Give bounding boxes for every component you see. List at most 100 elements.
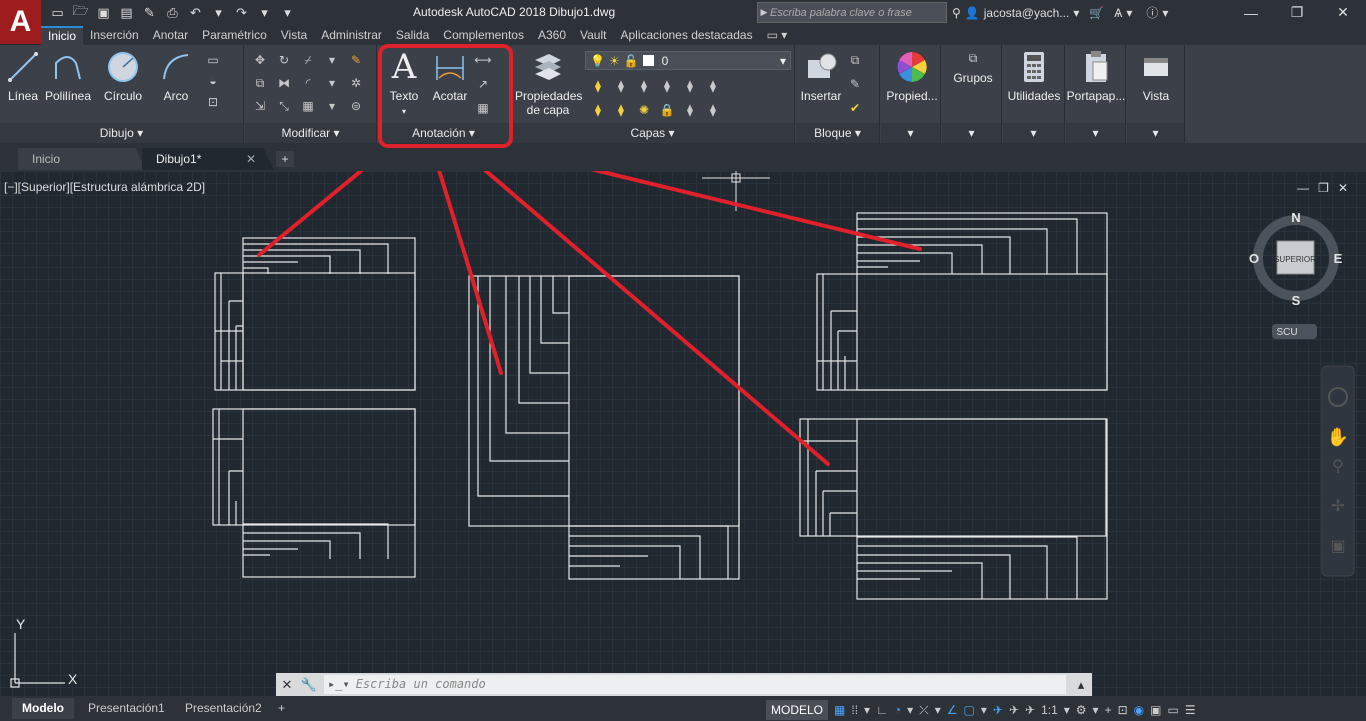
layer-tool-11-icon[interactable]: ⧫ bbox=[681, 101, 699, 119]
print-icon[interactable]: ⎙ bbox=[161, 3, 184, 23]
exchange-icon[interactable]: Ѧ bbox=[1114, 6, 1122, 20]
layer-tool-1-icon[interactable]: ⧫ bbox=[589, 77, 607, 95]
table-icon[interactable]: ▦ bbox=[474, 99, 492, 117]
hardware-accel-icon[interactable]: ◉ bbox=[1134, 703, 1144, 717]
copy-icon[interactable]: ⧉ bbox=[251, 74, 269, 92]
model-space-button[interactable]: MODELO bbox=[766, 700, 829, 720]
search-expand-icon[interactable]: ▶ bbox=[758, 7, 770, 18]
explode-icon[interactable]: ✲ bbox=[347, 74, 365, 92]
block-attributes-icon[interactable]: ✔ bbox=[846, 99, 864, 117]
pan-icon[interactable]: ✋ bbox=[1327, 426, 1349, 447]
snap-icon[interactable]: ⁞⁞ bbox=[851, 703, 858, 717]
insert-button[interactable]: Insertar bbox=[798, 49, 844, 103]
tab-anotar[interactable]: Anotar bbox=[146, 26, 195, 45]
redo-icon[interactable]: ↷ bbox=[230, 3, 253, 23]
tab-inicio[interactable]: Inicio bbox=[41, 26, 84, 45]
layer-dropdown-icon[interactable]: ▾ bbox=[780, 54, 790, 68]
leader-icon[interactable]: ↗ bbox=[474, 75, 492, 93]
isodraft-dropdown-icon[interactable]: ▾ bbox=[935, 703, 941, 717]
panel-portapapeles-expand[interactable]: ▾ bbox=[1066, 123, 1125, 143]
tab-salida[interactable]: Salida bbox=[389, 26, 436, 45]
add-icon[interactable]: + bbox=[1105, 703, 1112, 717]
command-history-icon[interactable]: ▴ bbox=[1070, 673, 1092, 696]
utilities-button[interactable]: Utilidades bbox=[1005, 49, 1063, 103]
panel-capas-title[interactable]: Capas ▾ bbox=[511, 123, 794, 143]
polyline-button[interactable]: Polilínea bbox=[44, 49, 92, 103]
close-icon[interactable]: ✕ bbox=[1320, 0, 1366, 25]
zoom-icon[interactable]: ⚲ bbox=[1332, 458, 1344, 475]
layer-tool-2-icon[interactable]: ⧫ bbox=[612, 77, 630, 95]
layer-tool-5-icon[interactable]: ⧫ bbox=[681, 77, 699, 95]
isodraft-icon[interactable]: ⤫ bbox=[919, 703, 929, 718]
new-icon[interactable]: ▭ bbox=[46, 3, 69, 23]
binoculars-icon[interactable]: ⚲ bbox=[952, 6, 961, 20]
layer-tool-8-icon[interactable]: ⧫ bbox=[612, 101, 630, 119]
rotate-icon[interactable]: ↻ bbox=[275, 51, 293, 69]
tab-insercion[interactable]: Inserción bbox=[83, 26, 146, 45]
text-button[interactable]: A Texto ▾ bbox=[384, 47, 424, 119]
tab-vault[interactable]: Vault bbox=[573, 26, 613, 45]
isolate-icon[interactable]: ⊡ bbox=[1118, 703, 1128, 717]
create-block-icon[interactable]: ⧉ bbox=[846, 51, 864, 69]
arc-button[interactable]: Arco bbox=[156, 49, 196, 103]
layer-dropdown[interactable]: 💡 ☀ 🔓 0 ▾ bbox=[585, 51, 791, 70]
user-icon[interactable]: 👤 bbox=[965, 6, 980, 20]
user-name[interactable]: jacosta@yach... bbox=[984, 6, 1070, 20]
lineweight-icon[interactable]: ▭ bbox=[1167, 703, 1178, 717]
edit-block-icon[interactable]: ✎ bbox=[846, 75, 864, 93]
stretch-icon[interactable]: ⇲ bbox=[251, 97, 269, 115]
showmotion-icon[interactable]: ▣ bbox=[1330, 538, 1345, 555]
fillet-icon[interactable]: ◜ bbox=[299, 74, 317, 92]
tab-complementos[interactable]: Complementos bbox=[436, 26, 531, 45]
layer-tool-10-icon[interactable]: 🔒 bbox=[658, 101, 676, 119]
workspace-dropdown-icon[interactable]: ▾ bbox=[1093, 703, 1099, 717]
file-tab-start[interactable]: Inicio bbox=[18, 148, 146, 170]
customization-icon[interactable]: ☰ bbox=[1185, 703, 1196, 717]
drawing-canvas[interactable]: [−][Superior][Estructura alámbrica 2D] —… bbox=[0, 171, 1366, 696]
layer-properties-button[interactable]: Propiedades de capa bbox=[515, 49, 582, 117]
ucs-dropdown[interactable]: SCU bbox=[1276, 327, 1297, 338]
move-icon[interactable]: ✥ bbox=[251, 51, 269, 69]
clipboard-button[interactable]: Portapap... bbox=[1066, 49, 1126, 103]
undo-dropdown-icon[interactable]: ▾ bbox=[207, 3, 230, 23]
panel-grupos-expand[interactable]: ▾ bbox=[942, 123, 1001, 143]
polar-dropdown-icon[interactable]: ▾ bbox=[907, 703, 913, 717]
app-logo[interactable]: A bbox=[0, 0, 41, 44]
scale-dropdown-icon[interactable]: ▾ bbox=[1064, 703, 1070, 717]
layer-tool-7-icon[interactable]: ⧫ bbox=[589, 101, 607, 119]
layer-tool-12-icon[interactable]: ⧫ bbox=[704, 101, 722, 119]
save-icon[interactable]: ▤ bbox=[115, 3, 138, 23]
offset-icon[interactable]: ⊜ bbox=[347, 97, 365, 115]
dimension-button[interactable]: Acotar bbox=[428, 49, 472, 103]
boundary-icon[interactable]: ⊡ bbox=[204, 93, 222, 111]
line-button[interactable]: Línea bbox=[4, 49, 42, 103]
file-tab-dibujo1[interactable]: Dibujo1* ✕ bbox=[142, 148, 274, 170]
command-input[interactable]: ▸_▾ Escriba un comando bbox=[324, 675, 1066, 694]
restore-icon[interactable]: ❐ bbox=[1274, 0, 1320, 25]
layer-tool-4-icon[interactable]: ⧫ bbox=[658, 77, 676, 95]
layer-tool-9-icon[interactable]: ✺ bbox=[635, 101, 653, 119]
viewcube[interactable]: SUPERIOR N S E O SCU bbox=[1249, 210, 1343, 339]
compass-o[interactable]: O bbox=[1249, 251, 1259, 266]
search-box[interactable]: ▶ Escriba palabra clave o frase bbox=[757, 2, 947, 23]
layer-tool-6-icon[interactable]: ⧫ bbox=[704, 77, 722, 95]
help-icon[interactable]: ⓘ bbox=[1146, 4, 1158, 21]
search-input[interactable]: Escriba palabra clave o frase bbox=[770, 7, 912, 19]
ortho-icon[interactable]: ∟ bbox=[876, 703, 888, 717]
open-sheet-icon[interactable]: ▣ bbox=[92, 3, 115, 23]
view-button[interactable]: Vista bbox=[1129, 49, 1183, 103]
trim-icon[interactable]: ⌿ bbox=[299, 51, 317, 69]
minimize-icon[interactable]: — bbox=[1228, 0, 1274, 25]
exchange-dropdown-icon[interactable]: ▾ bbox=[1126, 6, 1132, 20]
annoscale-icon[interactable]: ✈ bbox=[1025, 703, 1035, 717]
mirror-icon[interactable]: ⧓ bbox=[275, 74, 293, 92]
panel-propiedades-expand[interactable]: ▾ bbox=[881, 123, 940, 143]
orbit-icon[interactable]: ✢ bbox=[1331, 498, 1344, 515]
clean-screen-icon[interactable]: ▣ bbox=[1150, 703, 1161, 717]
rectangle-icon[interactable]: ▭ bbox=[204, 51, 222, 69]
osnap-dropdown-icon[interactable]: ▾ bbox=[981, 703, 987, 717]
help-dropdown-icon[interactable]: ▾ bbox=[1162, 6, 1168, 20]
tab-a360[interactable]: A360 bbox=[531, 26, 573, 45]
array-icon[interactable]: ▦ bbox=[299, 97, 317, 115]
user-dropdown-icon[interactable]: ▾ bbox=[1073, 6, 1079, 20]
